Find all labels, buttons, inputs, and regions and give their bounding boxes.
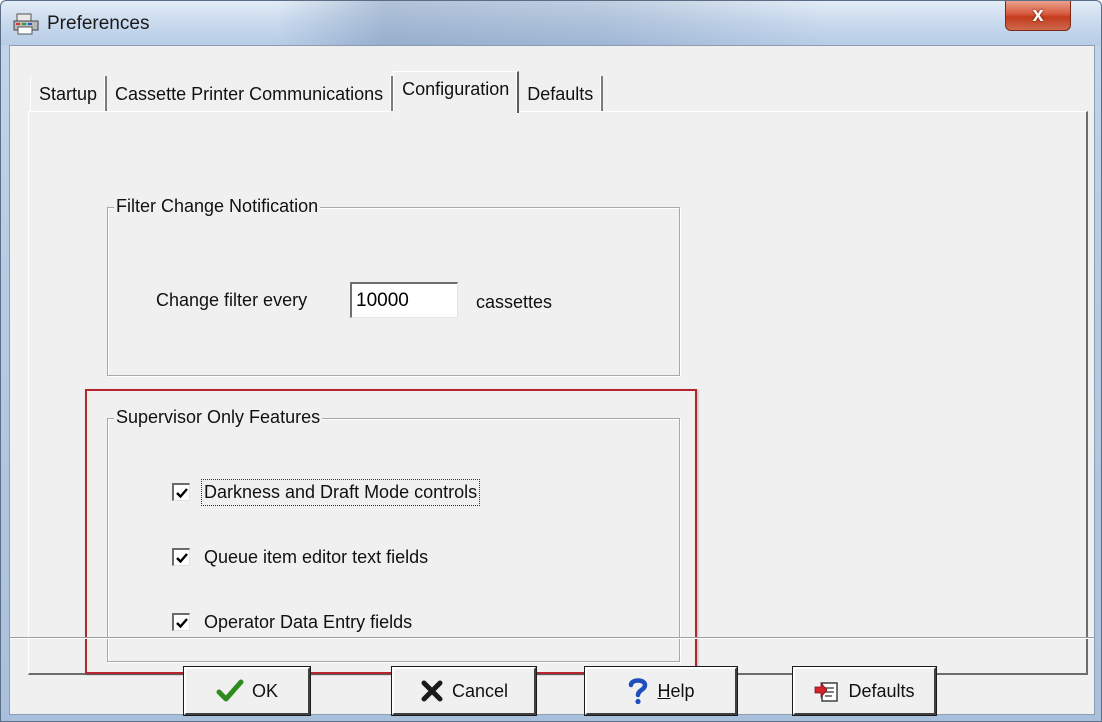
operator-data-entry-checkbox-row[interactable]: Operator Data Entry fields: [172, 607, 414, 637]
operator-data-entry-checkbox[interactable]: [172, 613, 190, 631]
checkmark-icon: [216, 679, 244, 703]
checkmark-icon: [175, 487, 188, 498]
title-bar[interactable]: Preferences x: [1, 1, 1101, 45]
checkmark-icon: [175, 617, 188, 628]
defaults-button-label: Defaults: [848, 680, 915, 701]
checkmark-icon: [175, 552, 188, 563]
cassettes-label: cassettes: [476, 292, 553, 312]
filter-change-notification-group: Filter Change Notification Change filter…: [107, 196, 680, 376]
close-button[interactable]: x: [1005, 1, 1071, 31]
dialog-client-area: Startup Cassette Printer Communications …: [9, 45, 1095, 715]
queue-item-editor-checkbox-row[interactable]: Queue item editor text fields: [172, 542, 430, 572]
tab-configuration[interactable]: Configuration: [393, 71, 520, 113]
button-bar-separator: [10, 637, 1094, 639]
queue-item-editor-label: Queue item editor text fields: [204, 546, 429, 567]
ok-button-label: OK: [251, 680, 278, 701]
cancel-button[interactable]: Cancel: [392, 667, 536, 715]
help-button[interactable]: Help: [585, 667, 737, 715]
tab-startup[interactable]: Startup: [30, 76, 108, 112]
defaults-button[interactable]: Defaults: [793, 667, 936, 715]
close-icon: x: [1032, 4, 1044, 26]
filter-group-title: Filter Change Notification: [114, 196, 321, 217]
supervisor-only-features-group: Supervisor Only Features Darkness and Dr…: [107, 407, 680, 662]
tab-strip: Startup Cassette Printer Communications …: [30, 71, 604, 113]
defaults-document-icon: [814, 678, 840, 704]
tab-cassette-printer-communications[interactable]: Cassette Printer Communications: [107, 76, 394, 112]
x-mark-icon: [420, 679, 444, 703]
filter-count-input[interactable]: [350, 282, 458, 318]
tab-defaults[interactable]: Defaults: [519, 76, 604, 112]
darkness-draft-mode-checkbox[interactable]: [172, 483, 190, 501]
queue-item-editor-checkbox[interactable]: [172, 548, 190, 566]
darkness-draft-mode-checkbox-row[interactable]: Darkness and Draft Mode controls: [172, 477, 481, 507]
ok-button[interactable]: OK: [184, 667, 310, 715]
printer-icon: [13, 13, 41, 35]
window-title: Preferences: [47, 13, 150, 34]
darkness-draft-mode-label: Darkness and Draft Mode controls: [200, 478, 481, 506]
help-button-label: Help: [657, 680, 695, 701]
cancel-button-label: Cancel: [451, 680, 509, 701]
preferences-window: Preferences x Startup Cassette Printer C…: [0, 0, 1102, 722]
supervisor-group-title: Supervisor Only Features: [114, 407, 323, 428]
operator-data-entry-label: Operator Data Entry fields: [204, 611, 413, 632]
change-filter-label: Change filter every: [156, 290, 308, 310]
configuration-panel: Filter Change Notification Change filter…: [28, 111, 1088, 675]
question-mark-icon: [627, 677, 649, 705]
